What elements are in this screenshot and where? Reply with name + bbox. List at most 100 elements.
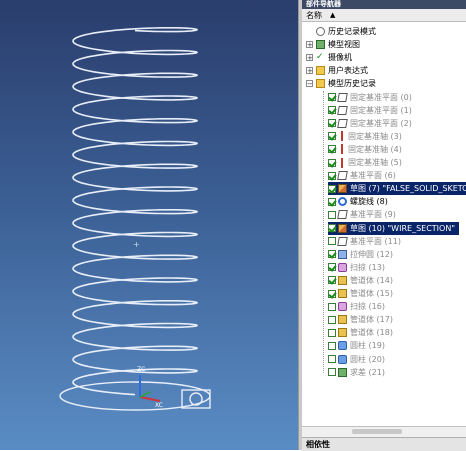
dependencies-panel-title[interactable]: 相依性	[302, 437, 466, 451]
feature-checkbox[interactable]	[328, 106, 336, 115]
feature-checkbox[interactable]	[328, 237, 336, 246]
feature-label: 拉伸圆 (12)	[350, 249, 393, 259]
feature-node-10[interactable]: 草图 (10) "WIRE_SECTION"	[328, 221, 459, 235]
feature-label: 管道体 (17)	[350, 315, 393, 325]
feature-node-7[interactable]: 草图 (7) "FALSE_SOLID_SKETCH"	[328, 182, 466, 196]
feature-checkbox[interactable]	[328, 197, 336, 206]
feature-node-0[interactable]: 固定基准平面 (0)	[328, 91, 412, 104]
feature-checkbox[interactable]	[328, 224, 336, 232]
feature-label: 管道体 (18)	[350, 328, 393, 338]
feature-node-1[interactable]: 固定基准平面 (1)	[328, 104, 412, 117]
feature-label: 求差 (21)	[350, 367, 385, 377]
helix-icon	[338, 197, 347, 207]
expand-toggle-icon[interactable]: +	[306, 54, 313, 62]
base-circle[interactable]	[59, 381, 211, 411]
folder-icon	[316, 79, 325, 89]
feature-checkbox[interactable]	[328, 368, 336, 377]
pattern-icon	[338, 328, 347, 338]
feature-label: 圆柱 (19)	[350, 341, 385, 351]
datum-plane-icon	[337, 236, 348, 246]
feature-node-21[interactable]: 求差 (21)	[328, 366, 385, 379]
x-axis-label: XC	[155, 402, 163, 409]
feature-checkbox[interactable]	[328, 328, 336, 337]
feature-label: 基准平面 (11)	[350, 236, 401, 246]
expand-toggle-icon[interactable]: −	[306, 80, 313, 88]
feature-checkbox[interactable]	[328, 276, 336, 285]
datum-axis-icon	[341, 131, 343, 142]
feature-checkbox[interactable]	[328, 145, 336, 154]
feature-checkbox[interactable]	[328, 119, 336, 128]
feature-checkbox[interactable]	[328, 250, 336, 259]
expand-toggle-icon[interactable]: +	[306, 67, 313, 75]
feature-checkbox[interactable]	[328, 132, 336, 141]
scrollbar-thumb[interactable]	[352, 429, 402, 434]
feature-checkbox[interactable]	[328, 93, 336, 101]
sketch-icon	[338, 184, 347, 194]
feature-checkbox[interactable]	[328, 158, 336, 167]
crosshair-marker: +	[133, 240, 140, 249]
feature-label: 固定基准轴 (5)	[348, 158, 402, 167]
sweep-icon	[338, 302, 347, 312]
column-name-label: 名称	[306, 10, 322, 20]
feature-node-17[interactable]: 管道体 (17)	[328, 313, 393, 326]
helix-model[interactable]: ZC XC	[0, 0, 298, 450]
feature-checkbox[interactable]	[328, 289, 336, 298]
feature-node-3[interactable]: 固定基准轴 (3)	[328, 130, 402, 143]
history-icon	[316, 27, 325, 36]
feature-checkbox[interactable]	[328, 210, 336, 219]
tree-node-label: 用户表达式	[328, 66, 368, 76]
datum-plane-icon	[337, 171, 348, 181]
feature-checkbox[interactable]	[328, 355, 336, 363]
tree-node-label: 历史记录模式	[328, 27, 376, 36]
feature-node-14[interactable]: 管道体 (14)	[328, 274, 393, 287]
feature-label: 固定基准平面 (0)	[350, 92, 412, 102]
folder-icon	[316, 66, 325, 76]
feature-node-12[interactable]: 拉伸圆 (12)	[328, 248, 393, 261]
navigator-title: 部件导航器	[302, 0, 466, 9]
tree-node-4[interactable]: − 模型历史记录	[306, 77, 376, 90]
feature-checkbox[interactable]	[328, 341, 336, 350]
sort-ascending-icon[interactable]: ▲	[330, 11, 335, 19]
datum-plane-icon	[337, 105, 348, 115]
graphics-viewport[interactable]: ZC XC +	[0, 0, 298, 450]
helix-curve[interactable]	[72, 27, 199, 396]
feature-node-16[interactable]: 扫掠 (16)	[328, 300, 385, 313]
datum-plane-icon	[337, 92, 348, 102]
feature-node-2[interactable]: 固定基准平面 (2)	[328, 117, 412, 130]
tree-guide-line	[323, 90, 324, 373]
model-views-icon	[316, 40, 325, 50]
feature-node-4[interactable]: 固定基准轴 (4)	[328, 143, 402, 156]
feature-node-6[interactable]: 基准平面 (6)	[328, 169, 396, 182]
feature-node-13[interactable]: 扫掠 (13)	[328, 261, 385, 274]
feature-checkbox[interactable]	[328, 263, 336, 272]
tree-node-2[interactable]: + ✓ 摄像机	[306, 51, 352, 64]
feature-label: 管道体 (15)	[350, 289, 393, 298]
feature-node-15[interactable]: 管道体 (15)	[328, 287, 393, 300]
feature-label: 固定基准轴 (4)	[348, 144, 402, 154]
tree-node-3[interactable]: + 用户表达式	[306, 64, 368, 77]
horizontal-scrollbar[interactable]	[302, 426, 466, 437]
feature-checkbox[interactable]	[328, 302, 336, 311]
feature-checkbox[interactable]	[328, 184, 336, 193]
feature-node-8[interactable]: 螺旋线 (8)	[328, 195, 388, 208]
rotate-handle-icon[interactable]	[189, 392, 203, 406]
feature-node-18[interactable]: 管道体 (18)	[328, 326, 393, 339]
feature-node-9[interactable]: 基准平面 (9)	[328, 208, 396, 221]
name-column-header[interactable]: 名称 ▲	[302, 9, 466, 22]
feature-checkbox[interactable]	[328, 315, 336, 324]
tree-node-0[interactable]: 历史记录模式	[306, 25, 376, 38]
extrude-icon	[338, 249, 347, 259]
feature-label: 基准平面 (6)	[350, 171, 396, 181]
feature-node-19[interactable]: 圆柱 (19)	[328, 339, 385, 352]
expand-toggle-icon[interactable]: +	[306, 41, 313, 49]
feature-label: 圆柱 (20)	[350, 354, 385, 364]
pattern-icon	[338, 289, 347, 298]
feature-checkbox[interactable]	[328, 171, 336, 180]
feature-label: 管道体 (14)	[350, 275, 393, 285]
feature-node-5[interactable]: 固定基准轴 (5)	[328, 156, 402, 169]
tree-node-1[interactable]: + 模型视图	[306, 38, 360, 51]
feature-node-11[interactable]: 基准平面 (11)	[328, 235, 401, 248]
feature-node-20[interactable]: 圆柱 (20)	[328, 353, 385, 366]
cylinder-icon	[338, 354, 347, 364]
datum-plane-icon	[337, 118, 348, 128]
